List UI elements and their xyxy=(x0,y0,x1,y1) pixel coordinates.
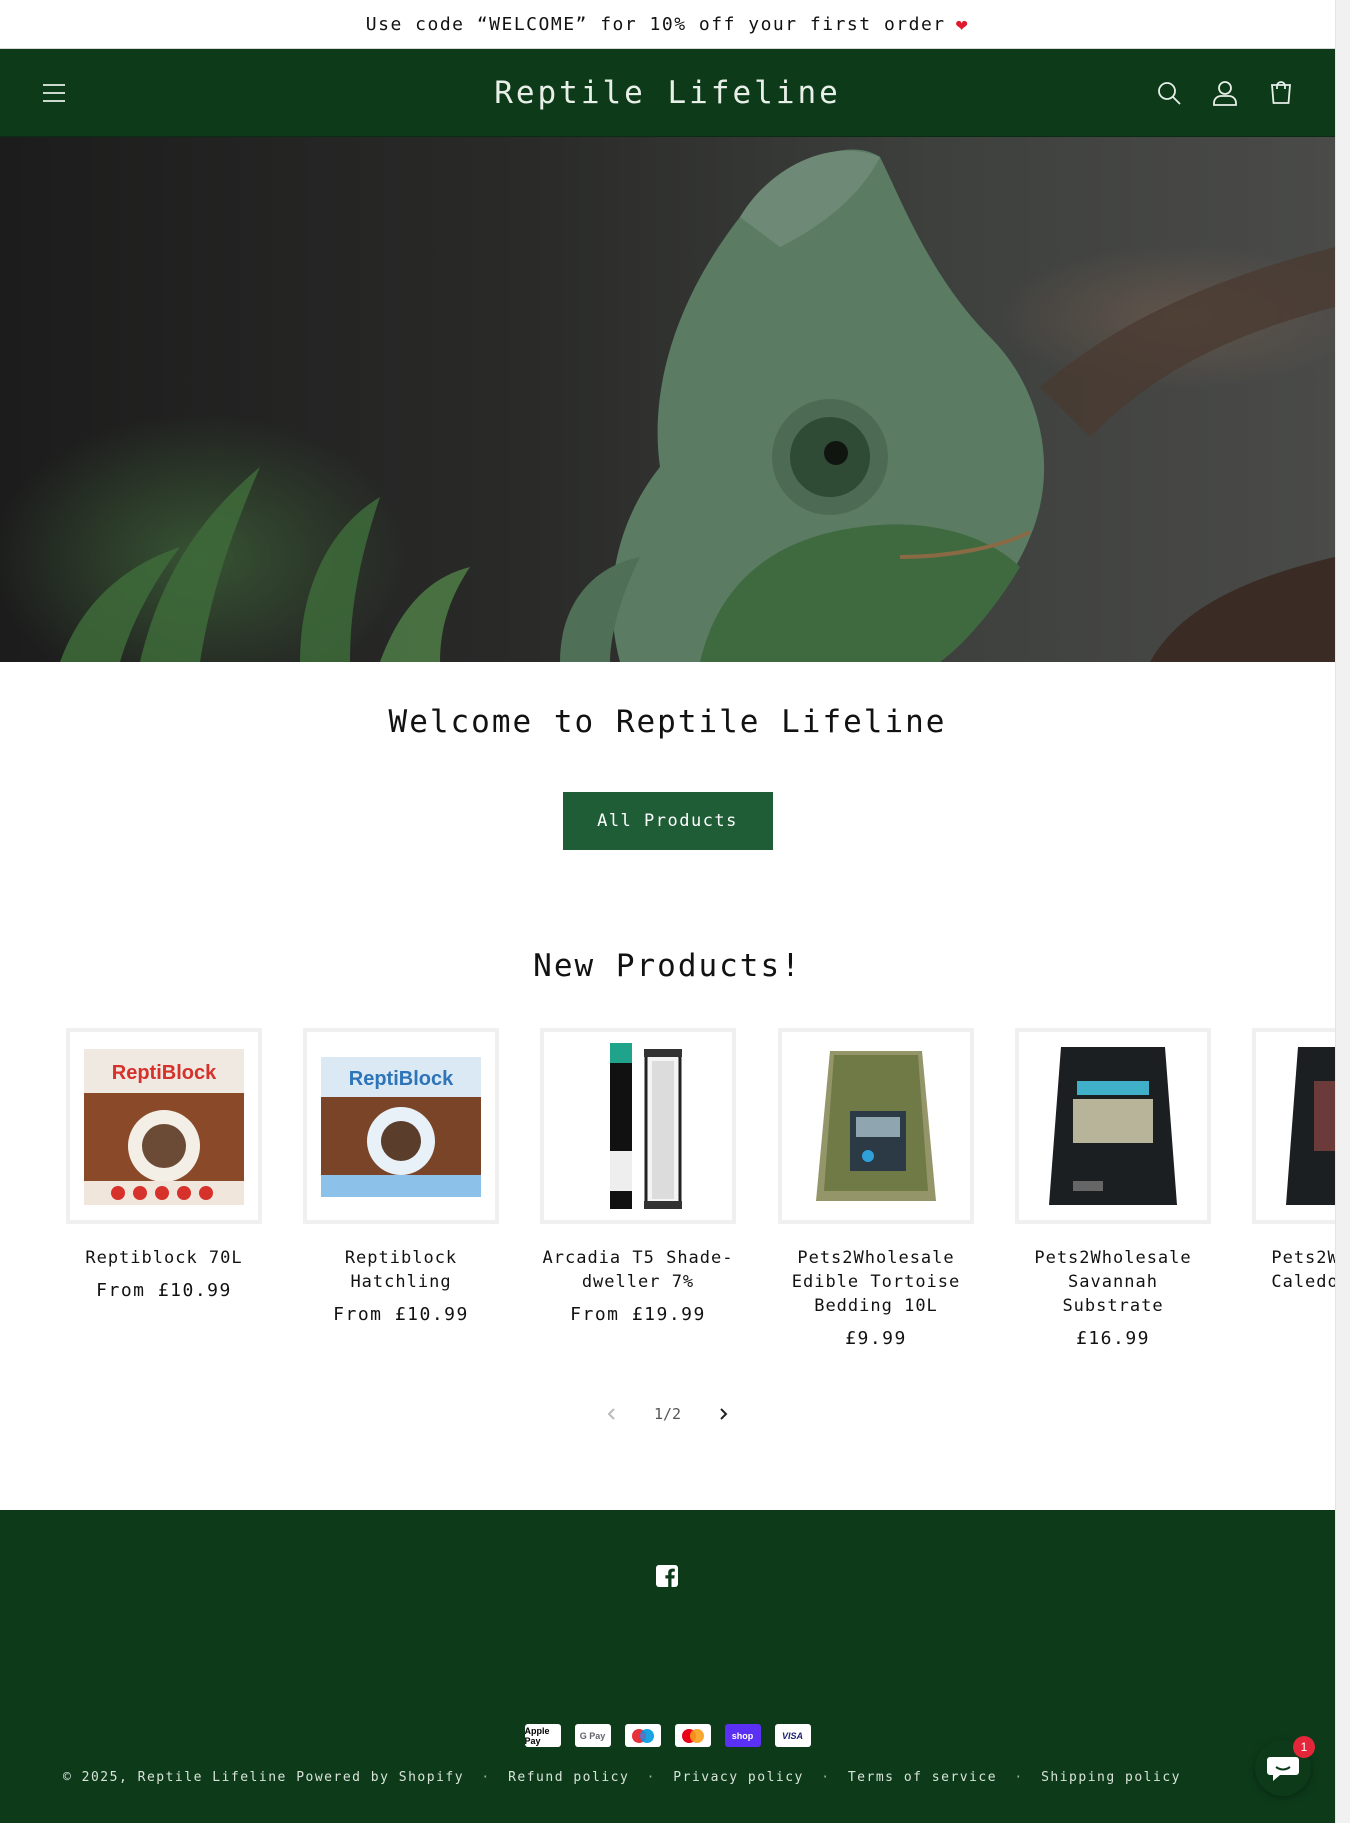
product-name[interactable]: Pets2Wholesale Edible Tortoise Bedding 1… xyxy=(776,1246,976,1318)
product-name[interactable]: Pets2Wholesale Savannah Substrate xyxy=(1013,1246,1213,1318)
separator: · xyxy=(481,1770,491,1785)
separator: · xyxy=(1014,1770,1024,1785)
product-image[interactable] xyxy=(778,1028,974,1224)
separator: · xyxy=(821,1770,831,1785)
product-image[interactable]: ReptiBlock xyxy=(303,1028,499,1224)
chameleon-image xyxy=(60,149,1335,662)
new-products-heading: New Products! xyxy=(533,948,802,984)
site-header: Reptile Lifeline xyxy=(0,49,1335,137)
new-products-section: New Products! xyxy=(0,948,1335,984)
product-name[interactable]: Reptiblock 70L xyxy=(64,1246,264,1270)
product-image[interactable] xyxy=(540,1028,736,1224)
svg-text:ReptiBlock: ReptiBlock xyxy=(112,1062,217,1084)
store-link[interactable]: Reptile Lifeline xyxy=(138,1770,287,1785)
product-card[interactable]: Pets2Wholesale Savannah Substrate £16.99 xyxy=(1013,1028,1213,1349)
announcement-text: Use code “WELCOME” for 10% off your firs… xyxy=(365,13,946,35)
header-actions xyxy=(1155,79,1295,107)
separator: · xyxy=(646,1770,656,1785)
all-products-button[interactable]: All Products xyxy=(562,792,773,850)
chevron-left-icon[interactable] xyxy=(602,1404,622,1424)
product-card[interactable]: Arcadia T5 Shade-dweller 7% From £19.99 xyxy=(538,1028,738,1325)
visa-icon: VISA xyxy=(774,1724,811,1747)
product-card[interactable]: Pets2Wholesale Edible Tortoise Bedding 1… xyxy=(776,1028,976,1349)
cart-icon[interactable] xyxy=(1267,79,1295,107)
product-card[interactable]: ReptiBlock Reptiblock 70L From £10.99 xyxy=(64,1028,264,1301)
product-price: From £10.99 xyxy=(96,1280,232,1301)
powered-by-link[interactable]: Powered by Shopify xyxy=(296,1770,464,1785)
chevron-right-icon[interactable] xyxy=(713,1404,733,1424)
welcome-heading: Welcome to Reptile Lifeline xyxy=(388,704,947,740)
product-card[interactable]: Pets2Wholesale Caledonian Flo £1 xyxy=(1250,1028,1335,1325)
apple-pay-icon: Apple Pay xyxy=(524,1724,561,1747)
product-price: From £19.99 xyxy=(570,1304,706,1325)
product-carousel: ReptiBlock Reptiblock 70L From £10.99 Re… xyxy=(64,1028,1335,1358)
notification-badge: 1 xyxy=(1293,1736,1315,1758)
facebook-icon[interactable] xyxy=(655,1564,679,1588)
maestro-icon xyxy=(624,1724,661,1747)
search-icon[interactable] xyxy=(1155,79,1183,107)
product-price: £16.99 xyxy=(1075,1328,1151,1349)
menu-icon[interactable] xyxy=(40,79,68,107)
site-footer: Apple Pay G Pay shop VISA © 2025, Reptil… xyxy=(0,1510,1335,1823)
chat-bubble-icon xyxy=(1267,1757,1299,1781)
product-price: £1 xyxy=(1250,1304,1335,1325)
shop-pay-icon: shop xyxy=(724,1724,761,1747)
product-image[interactable] xyxy=(1252,1028,1335,1224)
privacy-policy-link[interactable]: Privacy policy xyxy=(673,1770,804,1785)
product-image[interactable]: ReptiBlock xyxy=(66,1028,262,1224)
shipping-policy-link[interactable]: Shipping policy xyxy=(1041,1770,1181,1785)
refund-policy-link[interactable]: Refund policy xyxy=(508,1770,629,1785)
announcement-bar: Use code “WELCOME” for 10% off your firs… xyxy=(0,0,1335,49)
product-image[interactable] xyxy=(1015,1028,1211,1224)
svg-text:ReptiBlock: ReptiBlock xyxy=(349,1068,454,1090)
mastercard-icon xyxy=(674,1724,711,1747)
chat-button[interactable]: 1 xyxy=(1255,1736,1315,1796)
carousel-pager: 1/2 xyxy=(0,1404,1335,1424)
product-name[interactable]: Reptiblock Hatchling xyxy=(301,1246,501,1294)
hero-banner xyxy=(0,137,1335,662)
google-pay-icon: G Pay xyxy=(574,1724,611,1747)
product-price: From £10.99 xyxy=(333,1304,469,1325)
welcome-section: Welcome to Reptile Lifeline All Products xyxy=(0,662,1335,850)
page: Use code “WELCOME” for 10% off your firs… xyxy=(0,0,1335,1823)
heart-icon: ❤ xyxy=(955,12,970,36)
footer-legal: © 2025, Reptile Lifeline Powered by Shop… xyxy=(63,1770,1181,1785)
product-name[interactable]: Pets2Wholesale Caledonian Flo xyxy=(1250,1246,1335,1294)
scrollbar[interactable] xyxy=(1335,0,1350,1823)
product-name[interactable]: Arcadia T5 Shade-dweller 7% xyxy=(538,1246,738,1294)
store-title[interactable]: Reptile Lifeline xyxy=(494,75,841,111)
page-counter: 1/2 xyxy=(653,1405,682,1423)
payment-methods: Apple Pay G Pay shop VISA xyxy=(0,1724,1335,1747)
terms-of-service-link[interactable]: Terms of service xyxy=(848,1770,997,1785)
copyright-text: © 2025, xyxy=(63,1770,129,1785)
product-card[interactable]: ReptiBlock Reptiblock Hatchling From £10… xyxy=(301,1028,501,1325)
product-price: £9.99 xyxy=(845,1328,907,1349)
account-icon[interactable] xyxy=(1211,79,1239,107)
